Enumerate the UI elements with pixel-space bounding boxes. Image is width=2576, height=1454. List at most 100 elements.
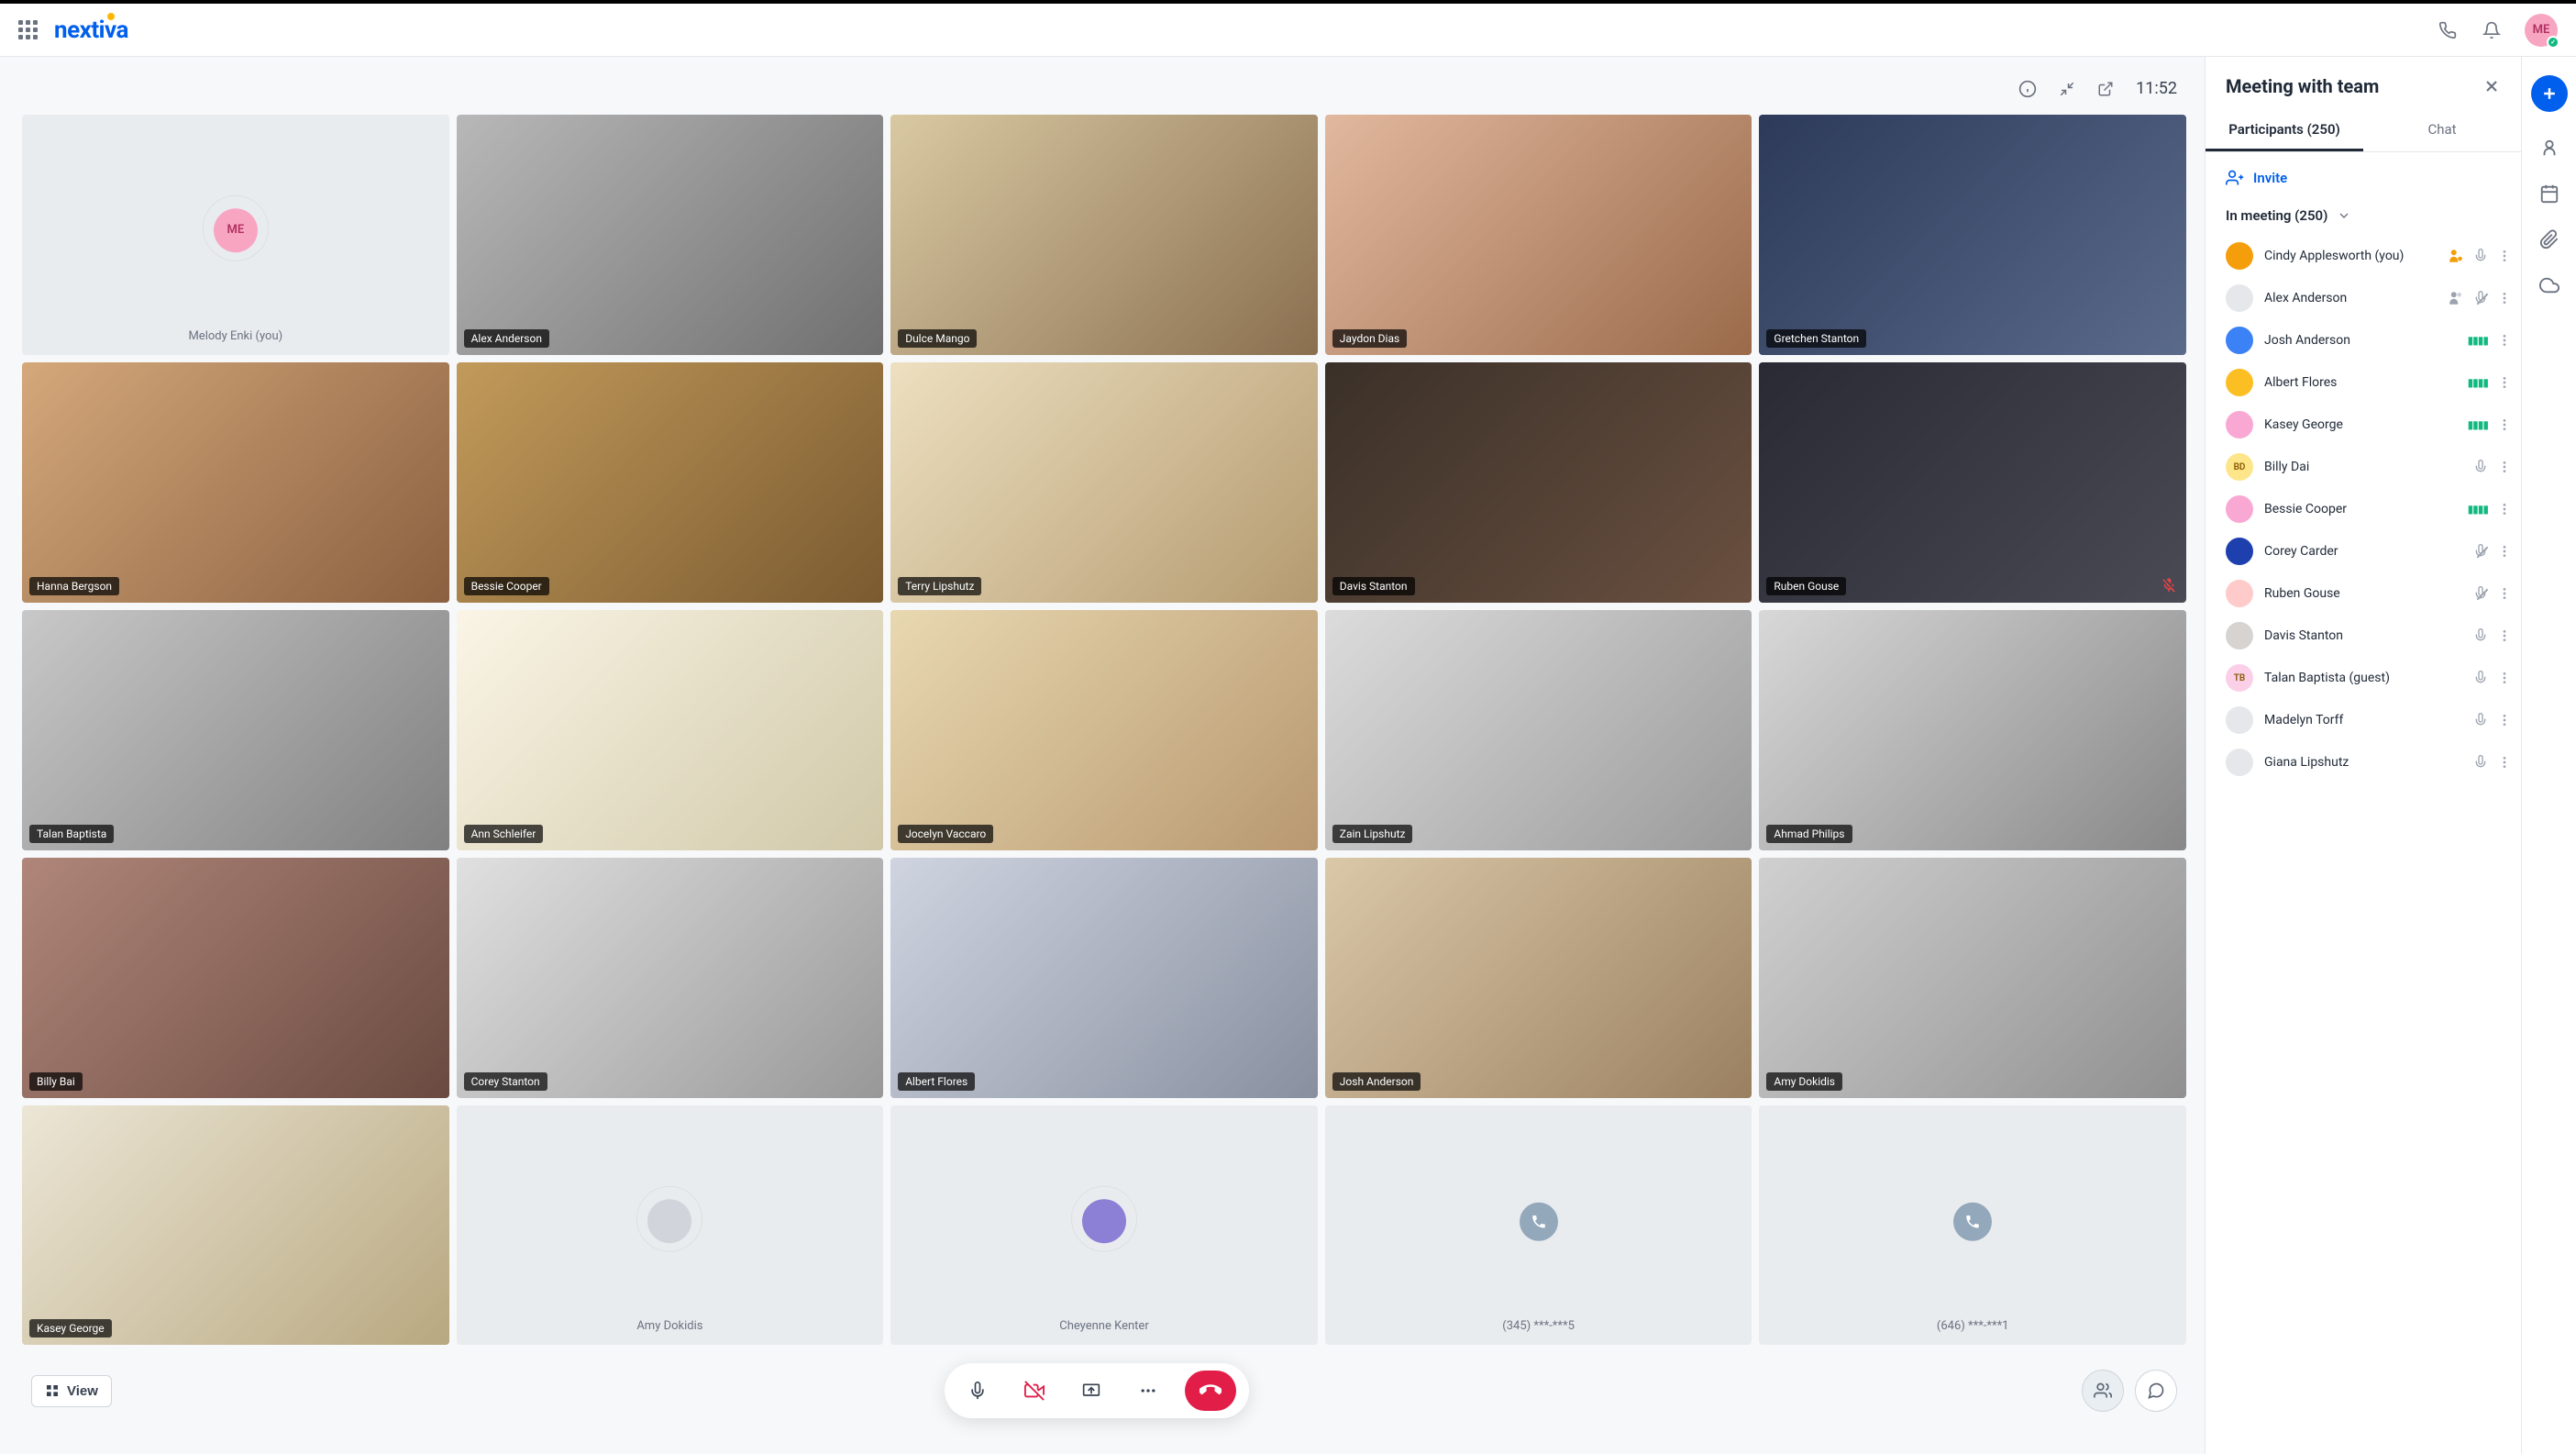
cloud-icon[interactable] [2539,275,2559,295]
video-tile[interactable]: Jaydon Dias [1325,115,1752,355]
more-icon[interactable] [2497,671,2512,685]
participant-name: Talan Baptista (guest) [2264,671,2462,685]
video-tile[interactable]: Gretchen Stanton [1759,115,2186,355]
popout-icon[interactable] [2097,81,2114,97]
tab-participants[interactable]: Participants (250) [2206,110,2363,151]
more-icon[interactable] [2497,755,2512,770]
more-icon[interactable] [2497,249,2512,263]
video-tile[interactable]: (345) ***-***5 [1325,1105,1752,1346]
more-icon[interactable] [2497,586,2512,601]
video-tile[interactable]: Cheyenne Kenter [890,1105,1318,1346]
video-tile[interactable]: Davis Stanton [1325,362,1752,603]
tile-name: Bessie Cooper [464,577,549,595]
share-screen-button[interactable] [1071,1371,1111,1411]
video-tile[interactable]: Ruben Gouse [1759,362,2186,603]
video-tile[interactable]: Ahmad Philips [1759,610,2186,850]
invite-button[interactable]: Invite [2226,169,2501,187]
video-tile[interactable]: Dulce Mango [890,115,1318,355]
participant-row: Ruben Gouse [2226,572,2512,615]
user-avatar[interactable]: ME [2525,14,2558,47]
hangup-button[interactable] [1185,1371,1236,1411]
tile-name: (345) ***-***5 [1495,1316,1582,1336]
calendar-icon[interactable] [2539,183,2559,204]
video-tile[interactable]: Josh Anderson [1325,858,1752,1098]
mic-icon [2473,460,2488,474]
video-tile[interactable]: Jocelyn Vaccaro [890,610,1318,850]
attachment-icon[interactable] [2539,229,2559,250]
more-icon[interactable] [2497,333,2512,348]
avatar: BD [2226,453,2253,481]
more-icon[interactable] [2497,375,2512,390]
contacts-icon[interactable] [2539,138,2559,158]
more-options-button[interactable] [1128,1371,1168,1411]
tile-name: Corey Stanton [464,1072,547,1091]
right-rail [2521,57,2576,1454]
video-area: 11:52 MEMelody Enki (you)Alex AndersonDu… [0,57,2205,1454]
mic-muted-icon [2161,577,2177,594]
minimize-icon[interactable] [2059,81,2075,97]
more-icon[interactable] [2497,628,2512,643]
tile-name: (646) ***-***1 [1929,1316,2017,1336]
avatar [2226,284,2253,312]
participant-name: Madelyn Torff [2264,713,2462,727]
panel-title: Meeting with team [2226,75,2379,97]
info-icon[interactable] [2018,80,2037,98]
bell-icon[interactable] [2473,12,2510,49]
video-tile[interactable]: Corey Stanton [457,858,884,1098]
video-tile[interactable]: Amy Dokidis [1759,858,2186,1098]
speaking-icon: ▮▮▮▮ [2468,376,2488,389]
video-tile[interactable]: Hanna Bergson [22,362,449,603]
video-tile[interactable]: Albert Flores [890,858,1318,1098]
participant-name: Alex Anderson [2264,291,2437,305]
more-icon[interactable] [2497,460,2512,474]
tile-name: Amy Dokidis [629,1316,710,1336]
participant-row: Madelyn Torff [2226,699,2512,741]
avatar [2226,411,2253,438]
video-tile[interactable]: Kasey George [22,1105,449,1346]
mic-muted-icon [2473,544,2488,559]
status-online-icon [2547,36,2559,49]
video-tile[interactable]: Zain Lipshutz [1325,610,1752,850]
video-tile[interactable]: MEMelody Enki (you) [22,115,449,355]
add-button[interactable] [2531,75,2568,112]
tile-name: Ann Schleifer [464,825,544,843]
video-tile[interactable]: Bessie Cooper [457,362,884,603]
in-meeting-section[interactable]: In meeting (250) [2206,193,2521,231]
video-tile[interactable]: Amy Dokidis [457,1105,884,1346]
more-icon[interactable] [2497,502,2512,516]
participant-name: Corey Carder [2264,544,2462,559]
mic-icon [2473,713,2488,727]
video-tile[interactable]: Talan Baptista [22,610,449,850]
view-label: View [67,1383,98,1399]
video-tile[interactable]: Ann Schleifer [457,610,884,850]
camera-off-button[interactable] [1014,1371,1055,1411]
video-tile[interactable]: Terry Lipshutz [890,362,1318,603]
participant-name: Kasey George [2264,417,2457,432]
speaking-icon: ▮▮▮▮ [2468,334,2488,347]
view-button[interactable]: View [31,1375,112,1407]
avatar [2226,495,2253,523]
more-icon[interactable] [2497,417,2512,432]
mic-button[interactable] [957,1371,998,1411]
participant-name: Josh Anderson [2264,333,2457,348]
participant-row: Albert Flores▮▮▮▮ [2226,361,2512,404]
tab-chat[interactable]: Chat [2363,110,2521,151]
phone-icon[interactable] [2429,12,2466,49]
more-icon[interactable] [2497,544,2512,559]
close-icon[interactable] [2482,77,2501,95]
video-tile[interactable]: Alex Anderson [457,115,884,355]
chat-button[interactable] [2135,1370,2177,1412]
video-tile[interactable]: Billy Bai [22,858,449,1098]
speaking-icon: ▮▮▮▮ [2468,503,2488,516]
tile-name: Jocelyn Vaccaro [898,825,993,843]
participant-row: TBTalan Baptista (guest) [2226,657,2512,699]
tile-name: Gretchen Stanton [1766,329,1866,348]
logo: nextiva [54,17,128,44]
more-icon[interactable] [2497,713,2512,727]
participants-button[interactable] [2082,1370,2124,1412]
video-tile[interactable]: (646) ***-***1 [1759,1105,2186,1346]
participant-name: Ruben Gouse [2264,586,2462,601]
mic-icon [2473,249,2488,263]
apps-grid-icon[interactable] [18,20,38,39]
more-icon[interactable] [2497,291,2512,305]
